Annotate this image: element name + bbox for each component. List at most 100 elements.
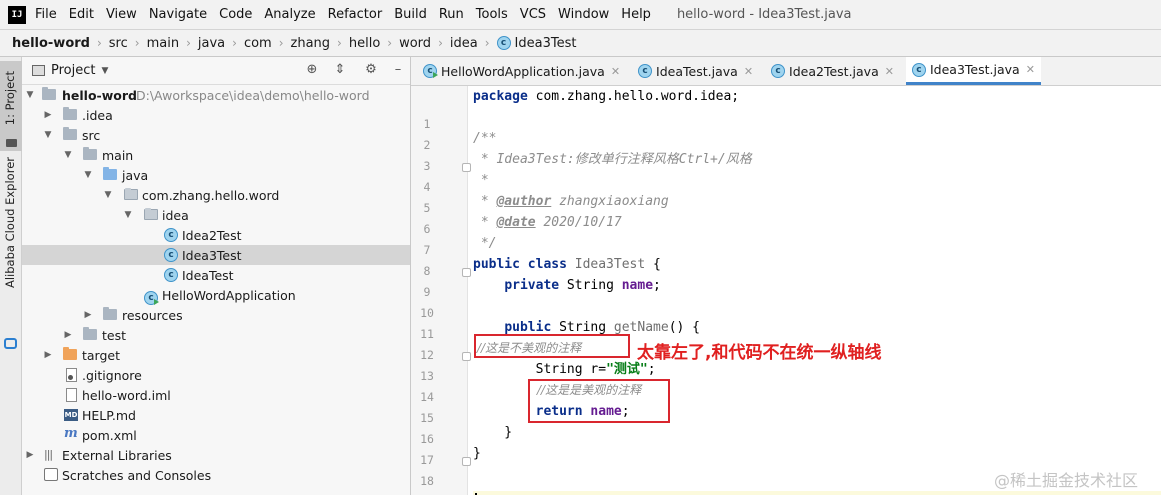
breadcrumb-item-idea[interactable]: idea: [450, 36, 478, 51]
class-icon: c: [496, 36, 511, 50]
chevron-down-icon[interactable]: ▼: [83, 170, 93, 180]
menu-view[interactable]: View: [106, 7, 137, 22]
tree-item-ideatest[interactable]: c IdeaTest: [22, 265, 410, 285]
tree-item-gitignore[interactable]: .gitignore: [22, 365, 410, 385]
tab-ideatest[interactable]: c IdeaTest.java ✕: [632, 57, 759, 85]
annotation-box-good-comment: [528, 379, 670, 423]
line-number: 14: [420, 390, 434, 404]
tree-item-package-word[interactable]: ▼ com.zhang.hello.word: [22, 185, 410, 205]
line-number: 7: [423, 243, 431, 257]
menu-bar: IJ File Edit View Navigate Code Analyze …: [0, 0, 1161, 29]
class-icon: c: [771, 64, 786, 78]
chevron-down-icon[interactable]: ▼: [25, 90, 35, 100]
doc-text: *: [473, 194, 497, 209]
tree-item-pom[interactable]: m pom.xml: [22, 425, 410, 445]
minimize-icon[interactable]: –: [391, 63, 405, 77]
tree-item-hellowordapplication[interactable]: c HelloWordApplication: [22, 285, 410, 305]
menu-analyze[interactable]: Analyze: [264, 7, 315, 22]
chevron-down-icon[interactable]: ▼: [103, 190, 113, 200]
folder-icon: [83, 327, 97, 340]
fold-icon[interactable]: [462, 352, 471, 361]
menu-run[interactable]: Run: [439, 7, 464, 22]
line-number: 8: [423, 264, 431, 278]
collapse-all-icon[interactable]: ⇕: [333, 63, 347, 77]
menu-tools[interactable]: Tools: [476, 7, 508, 22]
doc-text: zhangxiaoxiang: [551, 194, 669, 209]
excluded-folder-icon: [63, 347, 77, 360]
fold-icon[interactable]: [462, 163, 471, 172]
chevron-right-icon[interactable]: ▶: [63, 330, 73, 340]
tree-item-label: External Libraries: [62, 447, 172, 463]
alibaba-cloud-explorer-button[interactable]: Alibaba Cloud Explorer: [3, 157, 17, 288]
chevron-right-icon[interactable]: ▶: [43, 350, 53, 360]
project-path: D:\Aworkspace\idea\demo\hello-word: [136, 87, 370, 103]
breadcrumb-item-src[interactable]: src: [109, 36, 128, 51]
tree-item-label: HelloWordApplication: [162, 287, 296, 303]
breadcrumb-item-java[interactable]: java: [198, 36, 225, 51]
tree-item-external-libraries[interactable]: ▶ ||| External Libraries: [22, 445, 410, 465]
tree-item-idea3test[interactable]: c Idea3Test: [22, 245, 410, 265]
project-view-selector[interactable]: Project: [51, 63, 95, 78]
locate-file-icon[interactable]: ⊕: [305, 63, 319, 77]
tree-item-package-idea[interactable]: ▼ idea: [22, 205, 410, 225]
line-number: 18: [420, 474, 434, 488]
breadcrumb-item-class[interactable]: Idea3Test: [515, 36, 577, 51]
fold-icon[interactable]: [462, 457, 471, 466]
tab-idea2test[interactable]: c Idea2Test.java ✕: [765, 57, 900, 85]
close-icon[interactable]: ✕: [1026, 63, 1035, 76]
menu-navigate[interactable]: Navigate: [149, 7, 207, 22]
menu-file[interactable]: File: [35, 7, 57, 22]
tree-item-main[interactable]: ▼ main: [22, 145, 410, 165]
tree-item-idea2test[interactable]: c Idea2Test: [22, 225, 410, 245]
close-icon[interactable]: ✕: [744, 65, 753, 78]
chevron-right-icon[interactable]: ▶: [25, 450, 35, 460]
menu-edit[interactable]: Edit: [69, 7, 94, 22]
tree-item-java[interactable]: ▼ java: [22, 165, 410, 185]
code-area[interactable]: package com.zhang.hello.word.idea; /** *…: [473, 86, 1161, 495]
line-number: 17: [420, 453, 434, 467]
breadcrumb-item-zhang[interactable]: zhang: [291, 36, 331, 51]
line-number: 15: [420, 411, 434, 425]
tree-item-test[interactable]: ▶ test: [22, 325, 410, 345]
tree-item-src[interactable]: ▼ src: [22, 125, 410, 145]
menu-vcs[interactable]: VCS: [520, 7, 546, 22]
menu-code[interactable]: Code: [219, 7, 252, 22]
tree-item-help-md[interactable]: MD HELP.md: [22, 405, 410, 425]
gear-icon[interactable]: ⚙: [364, 63, 378, 77]
tree-item-resources[interactable]: ▶ resources: [22, 305, 410, 325]
tree-item-hello-word[interactable]: ▼ hello-word D:\Aworkspace\idea\demo\hel…: [22, 85, 410, 105]
tree-item-label: java: [122, 167, 149, 183]
breadcrumb-item-com[interactable]: com: [244, 36, 272, 51]
breadcrumb-item-word[interactable]: word: [399, 36, 431, 51]
menu-refactor[interactable]: Refactor: [328, 7, 383, 22]
tree-item-target[interactable]: ▶ target: [22, 345, 410, 365]
tab-idea3test[interactable]: c Idea3Test.java ✕: [905, 57, 1041, 85]
chevron-down-icon[interactable]: ▼: [123, 210, 133, 220]
module-file-icon: [66, 388, 77, 402]
breadcrumb-item-project[interactable]: hello-word: [12, 36, 90, 51]
menu-window[interactable]: Window: [558, 7, 609, 22]
code-line-5: *: [473, 173, 489, 188]
menu-build[interactable]: Build: [394, 7, 427, 22]
close-icon[interactable]: ✕: [885, 65, 894, 78]
line-number: 1: [423, 117, 431, 131]
breadcrumb-item-hello[interactable]: hello: [349, 36, 380, 51]
breadcrumb-item-main[interactable]: main: [147, 36, 179, 51]
chevron-down-icon[interactable]: ▼: [63, 150, 73, 160]
cloud-icon: [4, 338, 17, 349]
tree-item-label: main: [102, 147, 134, 163]
tree-item-scratches[interactable]: Scratches and Consoles: [22, 465, 410, 485]
tree-item-idea-dir[interactable]: ▶ .idea: [22, 105, 410, 125]
tab-hellowordapplication[interactable]: c HelloWordApplication.java ✕: [417, 57, 626, 85]
chevron-right-icon[interactable]: ▶: [43, 110, 53, 120]
chevron-down-icon[interactable]: ▼: [101, 66, 108, 76]
chevron-right-icon[interactable]: ▶: [83, 310, 93, 320]
project-tool-button[interactable]: 1: Project: [0, 61, 22, 151]
tree-item-iml[interactable]: hello-word.iml: [22, 385, 410, 405]
menu-help[interactable]: Help: [621, 7, 651, 22]
fold-icon[interactable]: [462, 268, 471, 277]
close-icon[interactable]: ✕: [611, 65, 620, 78]
chevron-down-icon[interactable]: ▼: [43, 130, 53, 140]
tree-item-label: hello-word.iml: [82, 387, 171, 403]
